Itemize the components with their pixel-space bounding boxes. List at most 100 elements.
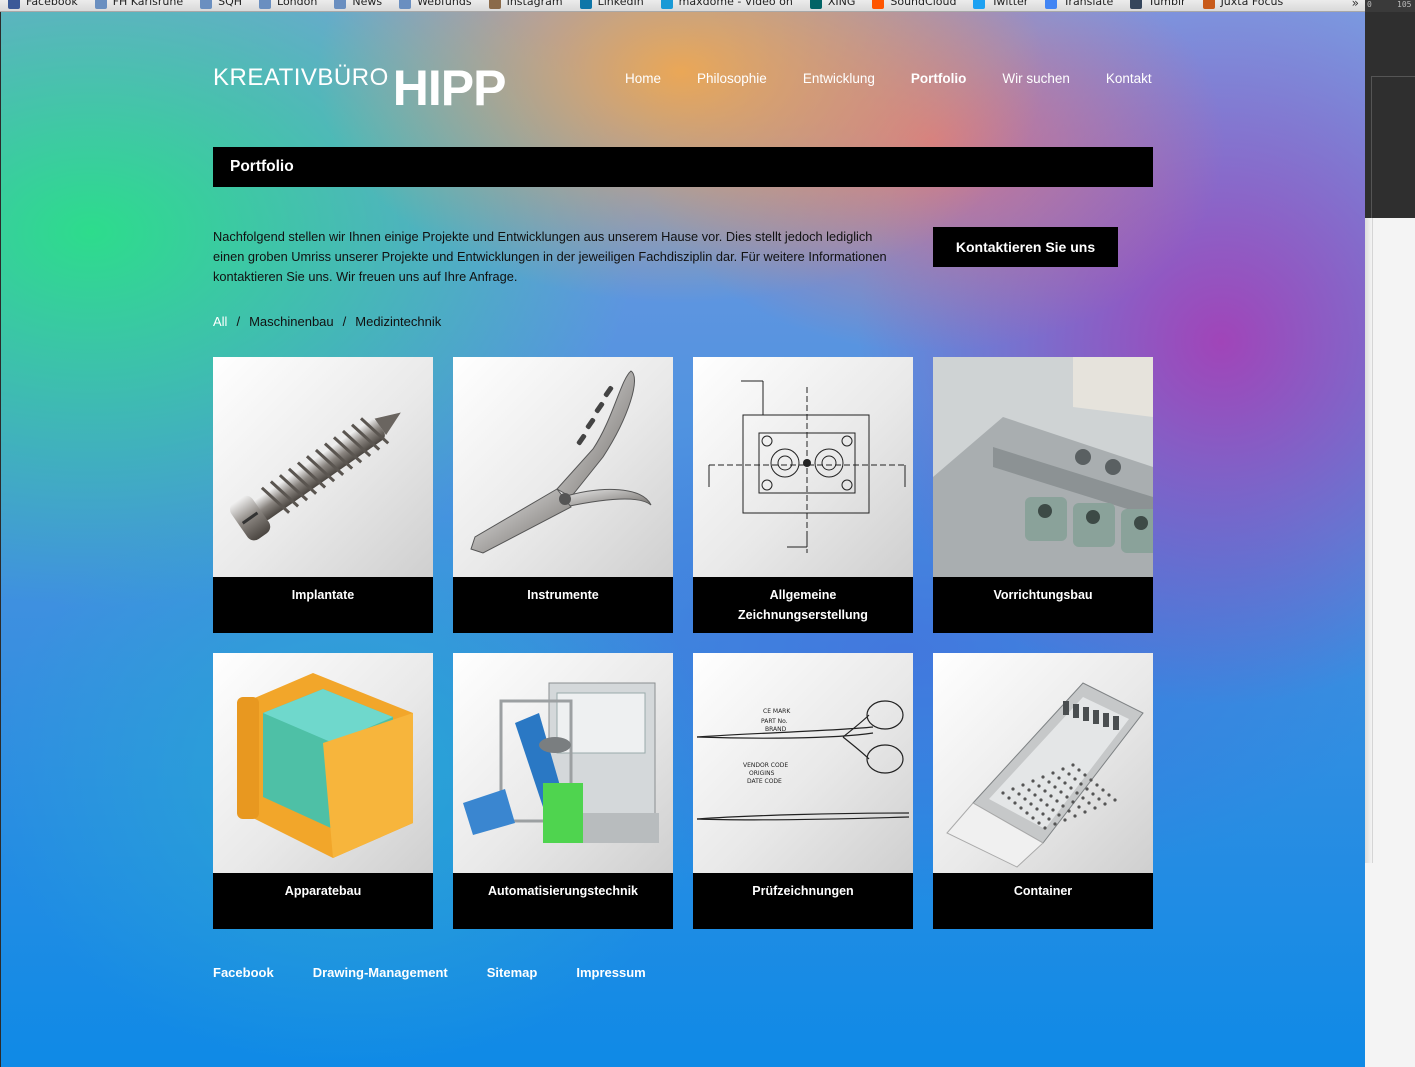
footer-link-sitemap[interactable]: Sitemap: [487, 965, 538, 981]
portfolio-card-label[interactable]: Implantate: [213, 577, 433, 605]
bookmark-favicon-icon: [1045, 0, 1058, 9]
portfolio-card[interactable]: Implantate: [213, 357, 433, 633]
devtools-ruler: 0 105: [1365, 0, 1415, 12]
nav-item-wir-suchen[interactable]: Wir suchen: [984, 71, 1088, 87]
bookmark-label: Tumblr: [1148, 0, 1186, 8]
bookmark-favicon-icon: [809, 0, 822, 9]
nav-item-home[interactable]: Home: [607, 71, 679, 87]
bookmark-item[interactable]: Tumblr: [1130, 0, 1186, 11]
bookmark-favicon-icon: [973, 0, 986, 9]
technical-drawing-image-graphic: [708, 380, 906, 553]
automation-machine-image[interactable]: [453, 653, 673, 873]
portfolio-card-label[interactable]: Container: [933, 873, 1153, 901]
filter-medizintechnik[interactable]: Medizintechnik: [355, 314, 441, 330]
bookmarks-overflow-button[interactable]: »: [1352, 0, 1359, 10]
footer-link-facebook[interactable]: Facebook: [213, 965, 274, 981]
svg-text:ORIGINS: ORIGINS: [749, 770, 775, 777]
bookmark-item[interactable]: Instagram: [488, 0, 563, 11]
nav-item-portfolio[interactable]: Portfolio: [893, 71, 985, 87]
portfolio-card[interactable]: Container: [933, 653, 1153, 929]
fixture-image-graphic: [933, 357, 1153, 577]
nav-item-kontakt[interactable]: Kontakt: [1088, 71, 1170, 87]
pliers-instrument-image-graphic: [470, 370, 652, 554]
automation-machine-image-graphic: [463, 682, 659, 843]
scrollbar[interactable]: [1365, 218, 1373, 863]
bookmark-favicon-icon: [259, 0, 272, 9]
bookmark-item[interactable]: London: [259, 0, 317, 11]
filter-all[interactable]: All: [213, 314, 227, 330]
bookmark-favicon-icon: [872, 0, 885, 9]
bookmark-label: Juxta Focus: [1220, 0, 1284, 8]
devtools-pane[interactable]: [1371, 76, 1415, 128]
bookmark-item[interactable]: Twitter: [973, 0, 1028, 11]
bookmark-item[interactable]: SQH: [200, 0, 242, 11]
logo-text-bold: HIPP: [392, 60, 507, 116]
bookmark-label: Instagram: [506, 0, 563, 8]
footer-link-drawing-management[interactable]: Drawing-Management: [313, 965, 448, 981]
apparatus-box-image[interactable]: [213, 653, 433, 873]
bookmark-label: SoundCloud: [890, 0, 957, 8]
bookmark-favicon-icon: [1202, 0, 1215, 9]
devtools-pane-lower[interactable]: [1371, 128, 1415, 218]
bookmark-favicon-icon: [8, 0, 20, 9]
scissors-drawing-image-graphic: CE MARK PART No.BRAND VENDOR CODEORIGINSD…: [696, 700, 910, 821]
portfolio-card[interactable]: Automatisierungstechnik: [453, 653, 673, 929]
screw-implant-image-graphic: [229, 412, 401, 541]
bookmark-favicon-icon: [488, 0, 501, 9]
portfolio-card-label[interactable]: Allgemeine Zeichnungserstellung: [693, 577, 913, 625]
site-logo[interactable]: KREATIVBÜRO HIPP: [213, 60, 507, 116]
bookmark-favicon-icon: [94, 0, 107, 9]
bookmark-label: Translate: [1063, 0, 1114, 8]
bookmark-item[interactable]: maxdome - Video on: [660, 0, 793, 11]
nav-item-entwicklung[interactable]: Entwicklung: [785, 71, 893, 87]
portfolio-card[interactable]: Allgemeine Zeichnungserstellung: [693, 357, 913, 633]
sterile-container-image-graphic: [946, 682, 1144, 868]
bookmark-item[interactable]: SoundCloud: [872, 0, 956, 11]
portfolio-grid: Implantate Instrumente Allgemeine Zeichn…: [213, 357, 1153, 929]
sterile-container-image[interactable]: [933, 653, 1153, 873]
portfolio-card-label[interactable]: Prüfzeichnungen: [693, 873, 913, 901]
pliers-instrument-image[interactable]: [453, 357, 673, 577]
bookmark-favicon-icon: [334, 0, 347, 9]
bookmark-item[interactable]: LinkedIn: [579, 0, 644, 11]
footer-link-impressum[interactable]: Impressum: [576, 965, 645, 981]
ruler-tick-0: 0: [1367, 0, 1372, 9]
portfolio-card[interactable]: CE MARK PART No. BRAND VENDOR CODE ORIGINS D…: [693, 653, 913, 929]
bookmark-favicon-icon: [660, 0, 673, 9]
filter-separator: /: [342, 314, 347, 329]
logo-text-light: KREATIVBÜRO: [213, 64, 389, 91]
bookmark-item[interactable]: Juxta Focus: [1202, 0, 1284, 11]
svg-text:CE MARK: CE MARK: [763, 708, 791, 715]
scissors-drawing-image[interactable]: CE MARK PART No. BRAND VENDOR CODE ORIGINS D…: [693, 653, 913, 873]
portfolio-card-label[interactable]: Vorrichtungsbau: [933, 577, 1153, 605]
technical-drawing-image[interactable]: [693, 357, 913, 577]
portfolio-card[interactable]: Instrumente: [453, 357, 673, 633]
bookmark-item[interactable]: Facebook: [8, 0, 78, 11]
devtools-panel: 0 105: [1365, 0, 1415, 218]
bookmark-item[interactable]: XING: [809, 0, 855, 11]
bookmark-item[interactable]: Webfunds: [399, 0, 472, 11]
portfolio-card-label[interactable]: Apparatebau: [213, 873, 433, 901]
bookmark-label: Webfunds: [417, 0, 472, 8]
svg-text:DATE CODE: DATE CODE: [747, 778, 782, 785]
contact-button[interactable]: Kontaktieren Sie uns: [933, 227, 1118, 267]
svg-text:BRAND: BRAND: [765, 726, 787, 733]
portfolio-card[interactable]: Vorrichtungsbau: [933, 357, 1153, 633]
svg-text:VENDOR CODE: VENDOR CODE: [743, 762, 788, 769]
bookmark-label: LinkedIn: [597, 0, 644, 8]
bookmark-item[interactable]: FH Karlsruhe: [94, 0, 183, 11]
bookmark-favicon-icon: [200, 0, 213, 9]
bookmark-item[interactable]: Translate: [1045, 0, 1113, 11]
bookmark-item[interactable]: News: [334, 0, 382, 11]
apparatus-box-image-graphic: [237, 673, 413, 858]
portfolio-card[interactable]: Apparatebau: [213, 653, 433, 929]
screw-implant-image[interactable]: [213, 357, 433, 577]
ruler-tick-105: 105: [1397, 0, 1412, 9]
bookmark-label: London: [277, 0, 318, 8]
fixture-image[interactable]: [933, 357, 1153, 577]
filter-maschinenbau[interactable]: Maschinenbau: [249, 314, 334, 330]
nav-item-philosophie[interactable]: Philosophie: [679, 71, 785, 87]
bookmark-label: News: [352, 0, 383, 8]
portfolio-card-label[interactable]: Automatisierungstechnik: [453, 873, 673, 901]
portfolio-card-label[interactable]: Instrumente: [453, 577, 673, 605]
